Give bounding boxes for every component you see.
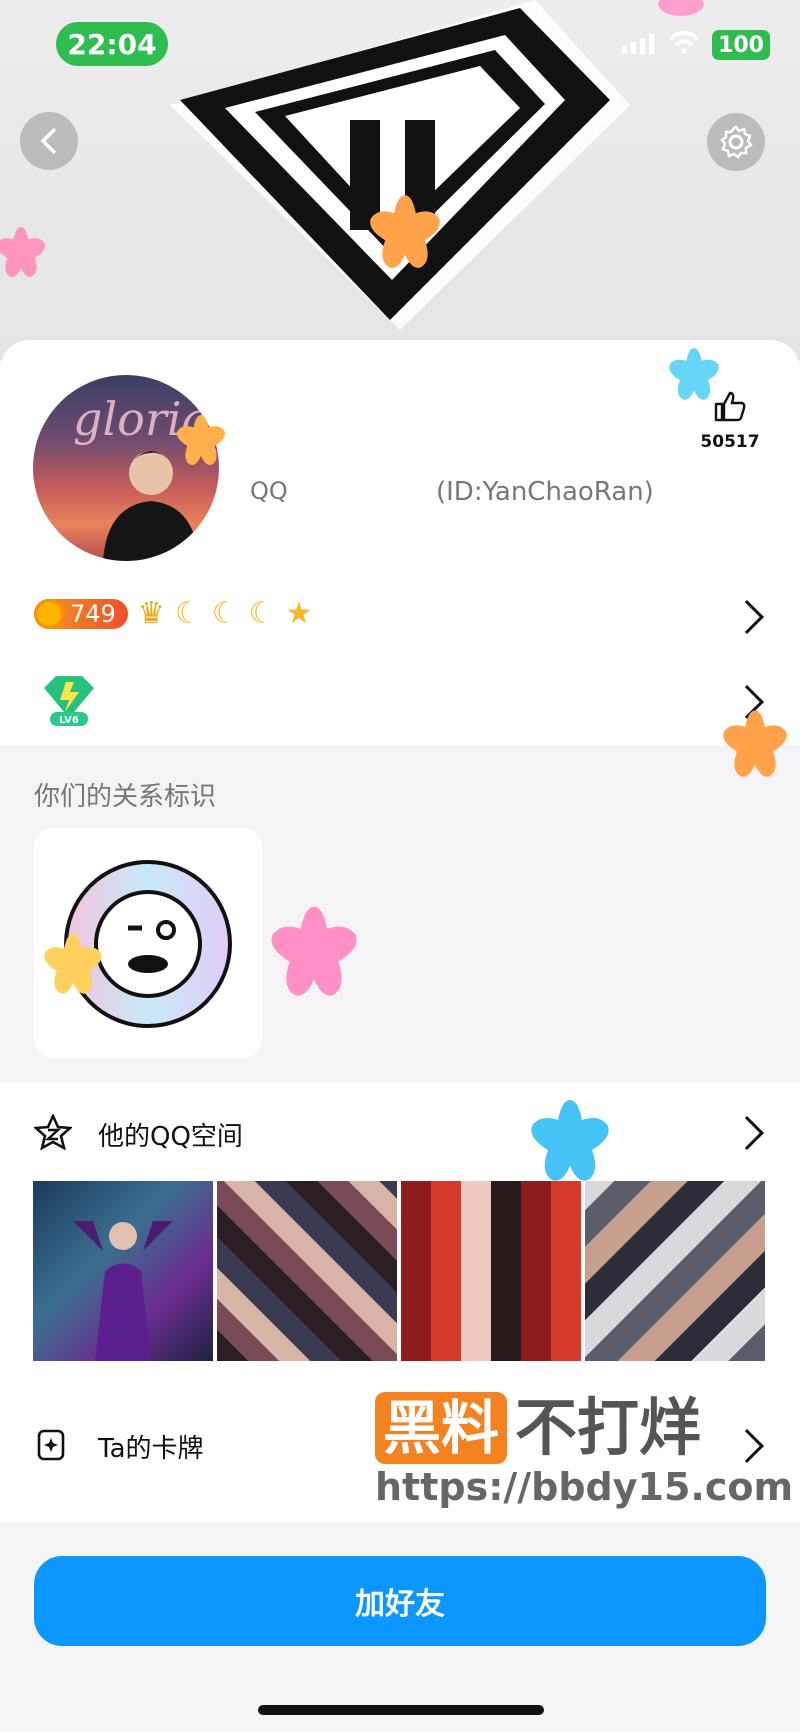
qzone-photo[interactable]: [401, 1181, 581, 1361]
relation-title: 你们的关系标识: [34, 782, 217, 812]
decor-star-icon: [44, 933, 102, 994]
qzone-photo[interactable]: [33, 1181, 213, 1361]
settings-button[interactable]: [707, 113, 765, 171]
watermark-url: https://bbdy15.com: [375, 1465, 794, 1509]
qzone-photo[interactable]: [585, 1181, 765, 1361]
profile-name: QQ: [250, 477, 288, 505]
decor-star-icon: [271, 906, 357, 996]
moon-icon: ☾: [211, 596, 239, 631]
vip-badge[interactable]: LV6: [38, 672, 100, 732]
svg-text:LV6: LV6: [59, 715, 79, 726]
vip-diamond-icon: LV6: [44, 676, 94, 726]
wifi-icon: [668, 31, 700, 59]
coin-icon: [34, 598, 64, 629]
watermark-brand-left: 黑料: [375, 1392, 508, 1464]
decor-star-icon: [669, 348, 719, 400]
decor-star-icon: [658, 0, 704, 16]
gear-icon: [720, 125, 753, 159]
moon-icon: ☾: [248, 596, 276, 631]
decor-star-icon: [0, 226, 45, 277]
watermark: 黑料 不打烊: [375, 1392, 701, 1464]
signal-icon: [622, 32, 656, 58]
like-count: 50517: [700, 432, 760, 452]
back-button[interactable]: [20, 112, 78, 170]
battery-indicator: 100: [712, 30, 770, 60]
crown-icon: ♛: [137, 596, 165, 631]
status-time: 22:04: [56, 22, 168, 66]
decor-star-icon: [177, 414, 225, 466]
star-icon: ★: [285, 596, 313, 631]
qzone-photos: [33, 1181, 765, 1361]
qzone-title[interactable]: 他的QQ空间: [98, 1116, 243, 1153]
qzone-icon: [32, 1112, 74, 1154]
qzone-photo[interactable]: [217, 1181, 397, 1361]
card-section-title[interactable]: Ta的卡牌: [98, 1428, 204, 1465]
decor-star-icon: [723, 710, 787, 777]
status-icons: 100: [622, 30, 770, 60]
chevron-left-icon: [40, 127, 57, 155]
home-indicator: [258, 1705, 544, 1715]
card-icon: [36, 1428, 66, 1466]
decor-star-icon: [531, 1100, 609, 1181]
coin-badge: 749: [34, 598, 128, 629]
profile-id: (ID:YanChaoRan): [436, 477, 654, 507]
coin-count: 749: [70, 599, 116, 628]
watermark-brand-right: 不打烊: [515, 1391, 702, 1464]
decor-star-icon: [370, 195, 440, 268]
moon-icon: ☾: [174, 596, 202, 631]
level-row[interactable]: 749 ♛ ☾ ☾ ☾ ★: [34, 596, 312, 631]
add-friend-button[interactable]: 加好友: [34, 1556, 766, 1646]
